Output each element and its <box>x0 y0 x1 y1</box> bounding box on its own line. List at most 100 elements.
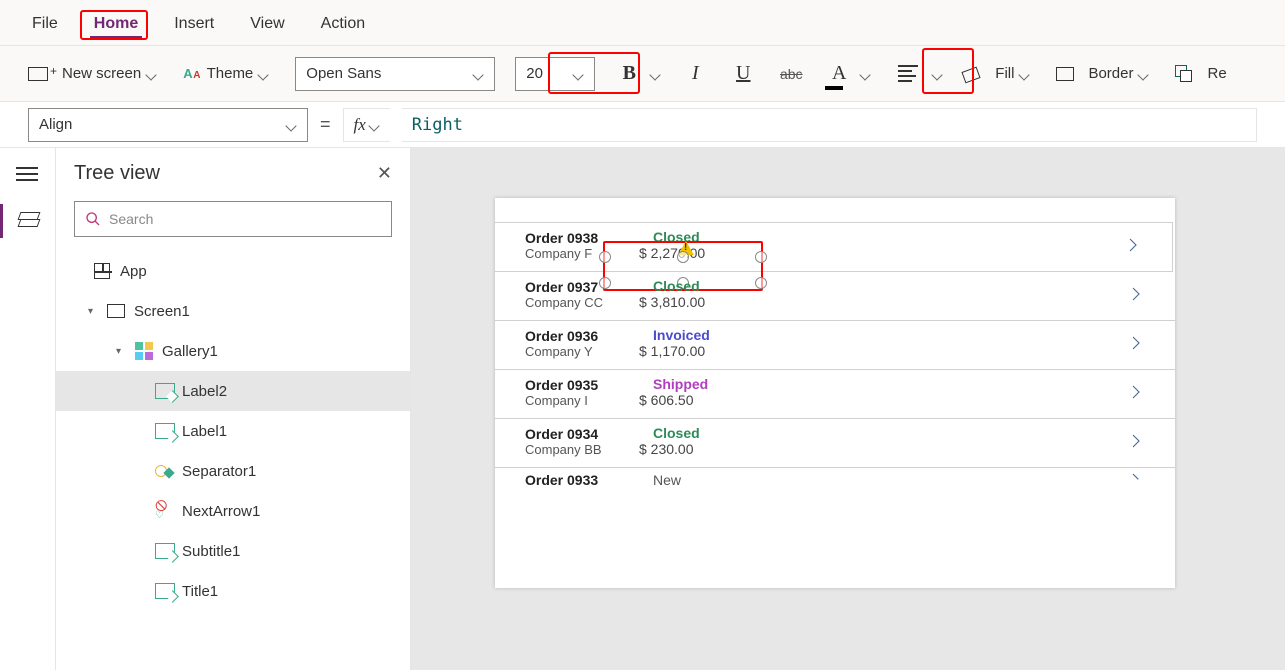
order-title: Order 0937 <box>525 279 635 295</box>
canvas[interactable]: Order 0938Company FClosed$ 2,270.00Order… <box>411 148 1285 670</box>
gallery-item[interactable]: Order 0935Company IShipped$ 606.50 <box>495 370 1175 419</box>
price-label: $ 230.00 <box>639 441 735 457</box>
company-subtitle: Company I <box>525 393 635 408</box>
screen-icon <box>107 304 125 318</box>
new-screen-label: New screen <box>62 65 141 82</box>
tree-node-label1[interactable]: Label1 <box>56 411 410 451</box>
chevron-down-icon <box>287 120 297 130</box>
status-label: Closed <box>653 278 735 294</box>
tree-node-nextarrow1[interactable]: 🚫♡ NextArrow1 <box>56 491 410 531</box>
property-value: Align <box>39 116 72 133</box>
company-subtitle: Company F <box>525 246 635 261</box>
underline-button[interactable]: U <box>729 60 757 88</box>
order-title: Order 0934 <box>525 426 635 442</box>
label-icon <box>155 583 173 599</box>
gallery-item[interactable]: Order 0936Company YInvoiced$ 1,170.00 <box>495 321 1175 370</box>
left-rail <box>0 148 56 670</box>
bold-button[interactable]: B <box>615 60 643 88</box>
new-screen-button[interactable]: New screen <box>56 61 163 86</box>
tree-node-app[interactable]: App <box>56 251 410 291</box>
chevron-down-icon <box>1020 69 1030 79</box>
tree-label-app: App <box>120 263 147 280</box>
font-family-value: Open Sans <box>306 65 381 82</box>
separator-icon <box>155 463 173 479</box>
tree-node-label2[interactable]: Label2 <box>56 371 410 411</box>
resize-handle[interactable] <box>755 251 767 263</box>
app-icon <box>94 263 110 279</box>
reorder-icon <box>1175 65 1193 83</box>
tree-node-subtitle1[interactable]: Subtitle1 <box>56 531 410 571</box>
font-size-value: 20 <box>526 65 543 82</box>
chevron-down-icon <box>147 69 157 79</box>
tree-node-screen1[interactable]: ▾ Screen1 <box>56 291 410 331</box>
formula-input[interactable] <box>402 108 1257 142</box>
status-label: New <box>653 472 735 488</box>
gallery-item[interactable]: Order 0934Company BB Closed$ 230.00 <box>495 419 1175 468</box>
font-size-select[interactable]: 20 <box>515 57 595 91</box>
tree-node-gallery1[interactable]: ▾ Gallery1 <box>56 331 410 371</box>
hamburger-button[interactable] <box>16 164 40 184</box>
border-button[interactable]: Border <box>1082 61 1155 86</box>
next-arrow-icon[interactable] <box>1127 469 1145 495</box>
fx-label: fx <box>354 115 366 135</box>
fx-button[interactable]: fx <box>343 108 390 142</box>
collapse-icon: ▾ <box>88 306 98 317</box>
menu-home[interactable]: Home <box>90 7 142 39</box>
tree-label-label1: Label1 <box>182 423 227 440</box>
fill-button[interactable]: Fill <box>989 61 1036 86</box>
active-indicator <box>0 204 3 238</box>
next-arrow-icon[interactable] <box>1127 381 1145 407</box>
gallery-item[interactable]: Order 0937Company CCClosed$ 3,810.00 <box>495 272 1175 321</box>
font-color-button[interactable]: A <box>825 60 853 88</box>
status-label: Closed <box>653 425 735 441</box>
property-select[interactable]: Align <box>28 108 308 142</box>
search-input[interactable]: Search <box>74 201 392 237</box>
device-frame: Order 0938Company FClosed$ 2,270.00Order… <box>495 198 1175 588</box>
gallery-icon <box>135 342 153 360</box>
tree-node-title1[interactable]: Title1 <box>56 571 410 611</box>
tree-label-gallery1: Gallery1 <box>162 343 218 360</box>
reorder-button[interactable]: Re <box>1201 61 1232 86</box>
tree-label-separator1: Separator1 <box>182 463 256 480</box>
menu-view[interactable]: View <box>246 7 288 39</box>
menu-insert[interactable]: Insert <box>170 7 218 39</box>
status-label: Invoiced <box>653 327 735 343</box>
tree-label-subtitle1: Subtitle1 <box>182 543 240 560</box>
next-arrow-icon[interactable] <box>1127 283 1145 309</box>
next-arrow-icon[interactable] <box>1124 234 1142 260</box>
menu-action[interactable]: Action <box>317 7 369 39</box>
fill-icon <box>963 65 981 83</box>
chevron-down-icon <box>651 69 661 79</box>
nextarrow-icon: 🚫♡ <box>155 502 173 520</box>
resize-handle[interactable] <box>599 251 611 263</box>
menu-file[interactable]: File <box>28 7 62 39</box>
company-subtitle: Company BB <box>525 442 635 457</box>
tree-title: Tree view <box>74 162 160 185</box>
font-family-select[interactable]: Open Sans <box>295 57 495 91</box>
tree-view-button[interactable] <box>16 208 40 232</box>
border-label: Border <box>1088 65 1133 82</box>
close-icon[interactable]: ✕ <box>377 163 392 184</box>
tree-label-label2: Label2 <box>182 383 227 400</box>
chevron-down-icon <box>474 69 484 79</box>
strikethrough-button[interactable]: abc <box>777 60 805 88</box>
text-align-button[interactable] <box>891 57 925 91</box>
new-screen-icon <box>28 67 48 81</box>
reorder-label: Re <box>1207 65 1226 82</box>
resize-handle[interactable] <box>677 251 689 263</box>
price-label: $ 1,170.00 <box>639 343 735 359</box>
theme-label: Theme <box>207 65 254 82</box>
next-arrow-icon[interactable] <box>1127 332 1145 358</box>
chevron-down-icon <box>933 69 943 79</box>
next-arrow-icon[interactable] <box>1127 430 1145 456</box>
tree-label-title1: Title1 <box>182 583 218 600</box>
gallery-item[interactable]: Order 0933New <box>495 468 1175 496</box>
chevron-down-icon <box>259 69 269 79</box>
chevron-down-icon <box>370 120 380 130</box>
tree-node-separator1[interactable]: Separator1 <box>56 451 410 491</box>
gallery-item[interactable]: Order 0938Company FClosed$ 2,270.00 <box>495 222 1173 272</box>
theme-button[interactable]: Theme <box>201 61 276 86</box>
italic-button[interactable]: I <box>681 60 709 88</box>
theme-icon: A <box>183 66 192 81</box>
company-subtitle: Company Y <box>525 344 635 359</box>
